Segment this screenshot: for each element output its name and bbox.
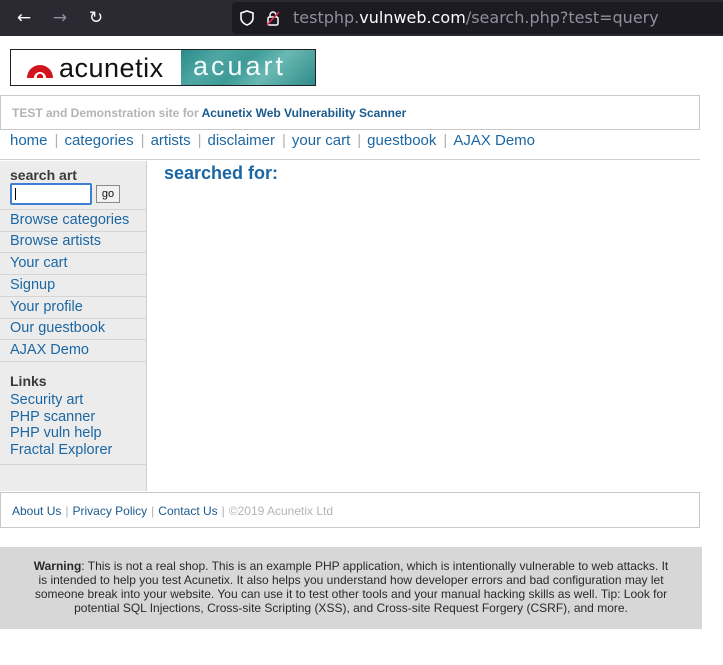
insecure-lock-icon[interactable] xyxy=(266,10,280,31)
warning-body: : This is not a real shop. This is an ex… xyxy=(34,559,669,615)
tagline-prefix: TEST and Demonstration site for xyxy=(12,106,202,120)
top-navigation: home | categories | artists | disclaimer | your … xyxy=(10,132,535,149)
nav-artists[interactable]: artists xyxy=(151,132,191,149)
web-page: acunetix acuart TEST and Demonstration s… xyxy=(0,36,723,665)
nav-your-cart[interactable]: your cart xyxy=(292,132,350,149)
sidebar-item-label: Signup xyxy=(10,277,56,293)
forward-arrow-icon[interactable]: → xyxy=(50,8,70,28)
link-fractal-explorer[interactable]: Fractal Explorer xyxy=(10,442,112,458)
footer-separator: | xyxy=(151,504,155,518)
nav-separator: | xyxy=(197,132,202,149)
footer-links: About Us | Privacy Policy | Contact Us | ©2019… xyxy=(12,504,333,518)
logo-acunetix-text: acunetix xyxy=(59,53,164,83)
link-php-vuln-help[interactable]: PHP vuln help xyxy=(10,425,102,441)
url-host: vulnweb.com xyxy=(359,8,466,27)
sidebar-item-label: Your profile xyxy=(10,299,83,315)
nav-separator: | xyxy=(357,132,362,149)
sidebar-item-signup[interactable]: Signup xyxy=(0,275,146,297)
sidebar-item-your-cart[interactable]: Your cart xyxy=(0,253,146,275)
sidebar: search art go Browse categories Browse a… xyxy=(0,161,147,491)
logo-acuart-text: acuart xyxy=(193,51,287,81)
divider xyxy=(0,159,700,160)
search-art-heading: search art xyxy=(10,167,77,183)
nav-ajax-demo[interactable]: AJAX Demo xyxy=(453,132,535,149)
link-security-art[interactable]: Security art xyxy=(10,392,83,408)
acuart-logo-panel: acuart xyxy=(181,50,315,85)
warning-box: Warning: This is not a real shop. This i… xyxy=(0,547,702,629)
footer-about-us[interactable]: About Us xyxy=(12,504,61,518)
nav-categories[interactable]: categories xyxy=(64,132,133,149)
sidebar-item-label: Browse artists xyxy=(10,233,102,249)
url-text: testphp.vulnweb.com/search.php?test=quer… xyxy=(293,8,659,27)
footer-privacy-policy[interactable]: Privacy Policy xyxy=(72,504,147,518)
copyright-text: ©2019 Acunetix Ltd xyxy=(228,504,334,518)
nav-guestbook[interactable]: guestbook xyxy=(367,132,436,149)
acunetix-logo-icon xyxy=(27,65,53,78)
sidebar-item-label: Our guestbook xyxy=(10,320,106,336)
footer-separator: | xyxy=(65,504,69,518)
nav-separator: | xyxy=(140,132,145,149)
acunetix-logo-panel: acunetix xyxy=(11,50,181,85)
sidebar-item-our-guestbook[interactable]: Our guestbook xyxy=(0,318,146,340)
sidebar-item-browse-categories[interactable]: Browse categories xyxy=(0,209,146,232)
sidebar-item-ajax-demo[interactable]: AJAX Demo xyxy=(0,340,146,362)
footer-contact-us[interactable]: Contact Us xyxy=(158,504,217,518)
address-bar[interactable]: testphp.vulnweb.com/search.php?test=quer… xyxy=(232,2,723,34)
back-arrow-icon[interactable]: ← xyxy=(14,8,34,28)
search-input[interactable] xyxy=(10,183,92,205)
browser-toolbar: ← → ↻ testphp.vulnweb.com/search.php?tes… xyxy=(0,0,723,36)
sidebar-item-your-profile[interactable]: Your profile xyxy=(0,297,146,319)
nav-disclaimer[interactable]: disclaimer xyxy=(207,132,275,149)
sidebar-divider xyxy=(0,464,146,465)
sidebar-item-label: Your cart xyxy=(10,255,68,271)
footer: About Us | Privacy Policy | Contact Us | ©2019… xyxy=(0,492,700,528)
sidebar-item-label: AJAX Demo xyxy=(10,342,89,358)
nav-separator: | xyxy=(282,132,286,149)
reload-icon[interactable]: ↻ xyxy=(86,8,106,28)
tagline-banner: TEST and Demonstration site for Acunetix… xyxy=(0,95,700,130)
go-button[interactable]: go xyxy=(96,185,120,203)
links-heading: Links xyxy=(10,373,47,389)
url-prefix: testphp. xyxy=(293,8,360,27)
site-logo[interactable]: acunetix acuart xyxy=(10,49,316,86)
sidebar-item-label: Browse categories xyxy=(10,212,130,228)
tagline-text: TEST and Demonstration site for Acunetix… xyxy=(12,106,406,120)
link-php-scanner[interactable]: PHP scanner xyxy=(10,409,95,425)
url-path: /search.php?test=query xyxy=(465,8,659,27)
nav-separator: | xyxy=(54,132,59,149)
search-results-heading: searched for: xyxy=(164,163,279,183)
warning-text: Warning: This is not a real shop. This i… xyxy=(30,559,672,615)
shield-icon[interactable] xyxy=(240,10,254,30)
footer-separator: | xyxy=(221,504,225,518)
sidebar-item-browse-artists[interactable]: Browse artists xyxy=(0,231,146,253)
scanner-link[interactable]: Acunetix Web Vulnerability Scanner xyxy=(202,106,407,120)
nav-separator: | xyxy=(443,132,448,149)
warning-label: Warning xyxy=(33,559,82,573)
nav-home[interactable]: home xyxy=(10,132,48,149)
